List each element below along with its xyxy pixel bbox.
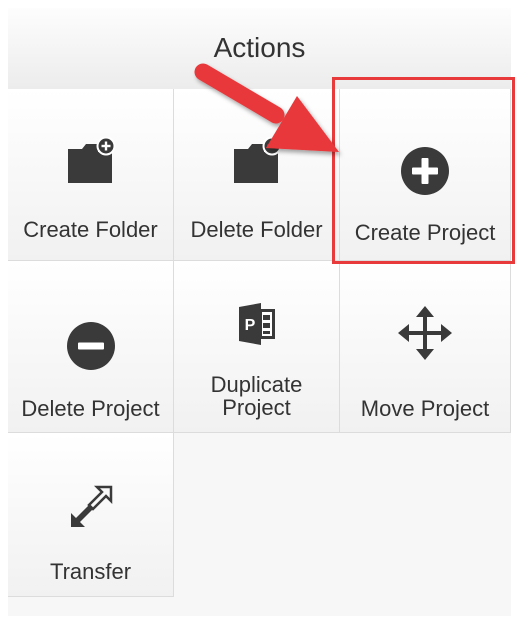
svg-text:P: P xyxy=(244,317,255,334)
duplicate-project-icon: P xyxy=(238,303,275,345)
duplicate-project-label-line2: Project xyxy=(222,395,291,420)
actions-panel: Actions Create Folder Delete Folder Crea… xyxy=(8,8,511,616)
duplicate-project-label-line1: Duplicate xyxy=(210,372,303,397)
delete-project-label: Delete Project xyxy=(21,396,160,421)
delete-folder-icon xyxy=(233,137,281,183)
delete-folder-button[interactable]: Delete Folder xyxy=(174,89,340,261)
transfer-label: Transfer xyxy=(49,559,132,584)
create-folder-button[interactable]: Create Folder xyxy=(8,89,174,261)
actions-header: Actions xyxy=(8,8,511,90)
delete-project-button[interactable]: Delete Project xyxy=(8,261,174,433)
actions-title: Actions xyxy=(213,31,306,63)
create-project-button[interactable]: Create Project xyxy=(340,89,511,261)
create-project-label: Create Project xyxy=(354,220,496,245)
transfer-arrows-icon xyxy=(70,485,112,527)
minus-circle-icon xyxy=(66,322,115,370)
move-arrows-icon xyxy=(398,306,452,360)
empty-area xyxy=(174,433,511,597)
transfer-button[interactable]: Transfer xyxy=(8,433,174,597)
move-project-label: Move Project xyxy=(360,396,490,421)
move-project-button[interactable]: Move Project xyxy=(340,261,511,433)
plus-circle-icon xyxy=(401,147,449,195)
create-folder-icon xyxy=(67,137,115,183)
create-folder-label: Create Folder xyxy=(23,217,158,242)
duplicate-project-button[interactable]: P Duplicate Project xyxy=(174,261,340,433)
delete-folder-label: Delete Folder xyxy=(190,217,323,242)
